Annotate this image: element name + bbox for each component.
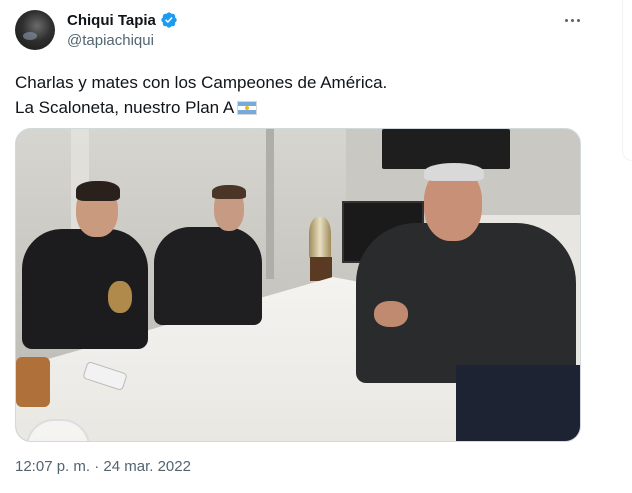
tweet-text-line-2-wrap: La Scaloneta, nuestro Plan A	[15, 95, 585, 120]
argentina-flag-icon	[237, 101, 258, 115]
person-middle	[154, 227, 262, 325]
author-name-row: Chiqui Tapia	[67, 11, 178, 29]
author-handle[interactable]: @tapiachiqui	[67, 32, 154, 49]
sidebar-edge	[622, 0, 632, 161]
tweet-card: Chiqui Tapia @tapiachiqui Charlas y mate…	[0, 0, 612, 493]
more-options-icon[interactable]	[561, 10, 583, 30]
tweet-timestamp[interactable]: 12:07 p. m. · 24 mar. 2022	[15, 458, 191, 475]
tweet-text: Charlas y mates con los Campeones de Amé…	[15, 70, 585, 120]
avatar[interactable]	[15, 10, 55, 50]
trophy	[309, 217, 331, 259]
tweet-text-line-2: La Scaloneta, nuestro Plan A	[15, 98, 235, 117]
tweet-photo[interactable]	[15, 128, 581, 442]
verified-badge-icon	[161, 12, 177, 28]
tweet-text-line-1: Charlas y mates con los Campeones de Amé…	[15, 73, 388, 92]
author-name[interactable]: Chiqui Tapia	[67, 12, 156, 29]
